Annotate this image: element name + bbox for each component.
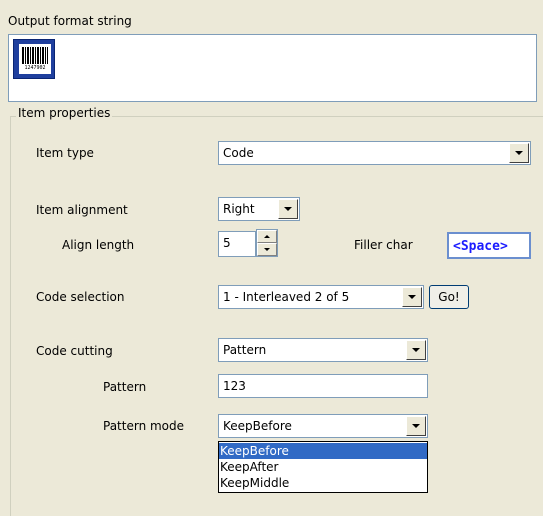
code-selection-value: 1 - Interleaved 2 of 5 xyxy=(223,290,350,304)
output-format-label: Output format string xyxy=(8,14,132,28)
item-alignment-select[interactable]: Right xyxy=(218,197,300,221)
item-type-select[interactable]: Code xyxy=(218,141,531,165)
code-cutting-select[interactable]: Pattern xyxy=(218,338,428,362)
item-type-label: Item type xyxy=(36,146,94,160)
barcode-graphic: 1247902 xyxy=(19,44,51,74)
code-selection-label: Code selection xyxy=(36,290,125,304)
output-format-box[interactable]: 1247902 xyxy=(8,34,537,102)
chevron-down-icon[interactable] xyxy=(278,199,298,219)
pattern-mode-select[interactable]: KeepBefore xyxy=(218,414,428,438)
pattern-mode-dropdown[interactable]: KeepBefore KeepAfter KeepMiddle xyxy=(218,441,428,493)
code-selection-select[interactable]: 1 - Interleaved 2 of 5 xyxy=(218,285,424,309)
dropdown-option-keepbefore[interactable]: KeepBefore xyxy=(219,443,427,459)
spin-up-icon[interactable] xyxy=(257,230,277,243)
code-cutting-value: Pattern xyxy=(223,343,267,357)
dropdown-option-keepmiddle[interactable]: KeepMiddle xyxy=(219,475,427,491)
item-alignment-label: Item alignment xyxy=(36,203,128,217)
pattern-mode-label: Pattern mode xyxy=(103,419,185,433)
pattern-input[interactable]: 123 xyxy=(218,374,428,398)
chevron-down-icon[interactable] xyxy=(406,416,426,436)
align-length-label: Align length xyxy=(62,238,135,252)
pattern-value: 123 xyxy=(223,379,246,393)
align-length-value: 5 xyxy=(223,236,231,250)
filler-char-field[interactable]: <Space> xyxy=(447,232,531,259)
chevron-down-icon[interactable] xyxy=(509,143,529,163)
item-properties-title: Item properties xyxy=(16,106,113,120)
item-alignment-value: Right xyxy=(223,202,255,216)
spin-down-icon[interactable] xyxy=(257,243,277,256)
go-button[interactable]: Go! xyxy=(429,285,469,309)
filler-char-label: Filler char xyxy=(354,238,413,252)
align-length-spinner[interactable] xyxy=(256,229,278,257)
filler-char-value: <Space> xyxy=(453,239,508,254)
item-type-value: Code xyxy=(223,146,254,160)
chevron-down-icon[interactable] xyxy=(406,340,426,360)
dropdown-option-keepafter[interactable]: KeepAfter xyxy=(219,459,427,475)
pattern-label: Pattern xyxy=(103,380,147,394)
barcode-item-icon[interactable]: 1247902 xyxy=(13,39,55,79)
align-length-input[interactable]: 5 xyxy=(218,231,256,257)
code-cutting-label: Code cutting xyxy=(36,344,113,358)
pattern-mode-value: KeepBefore xyxy=(223,419,292,433)
barcode-digits: 1247902 xyxy=(24,65,46,71)
chevron-down-icon[interactable] xyxy=(402,287,422,307)
